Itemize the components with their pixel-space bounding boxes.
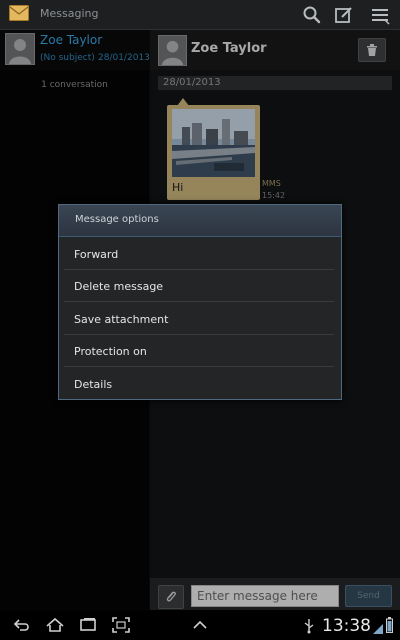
back-icon[interactable] xyxy=(12,616,32,634)
envelope-icon[interactable] xyxy=(9,5,29,21)
menu-item-label: Forward xyxy=(74,248,119,261)
app-title: Messaging xyxy=(40,7,99,20)
menu-item-label: Save attachment xyxy=(74,313,169,326)
signal-icon xyxy=(372,620,384,634)
recent-apps-icon[interactable] xyxy=(78,616,98,634)
home-icon[interactable] xyxy=(45,616,65,634)
battery-icon xyxy=(386,617,393,633)
menu-item-label: Details xyxy=(74,378,113,391)
menu-item-forward[interactable]: Forward xyxy=(64,238,334,270)
menu-item-label: Protection on xyxy=(74,345,147,358)
usb-icon xyxy=(303,618,315,634)
messaging-app: Messaging Zoe Taylor (No subject) 28/01/… xyxy=(0,0,400,640)
screenshot-icon[interactable] xyxy=(111,616,131,634)
divider xyxy=(64,366,334,367)
clock: 13:38 xyxy=(322,616,371,636)
menu-item-protection-on[interactable]: Protection on xyxy=(64,335,334,367)
dialog-title: Message options xyxy=(75,214,159,225)
menu-item-delete-message[interactable]: Delete message xyxy=(64,270,334,302)
menu-item-label: Delete message xyxy=(74,280,164,293)
menu-icon[interactable] xyxy=(369,4,391,26)
action-bar: Messaging xyxy=(0,0,400,30)
search-icon[interactable] xyxy=(301,4,323,26)
dialog-header: Message options xyxy=(59,205,341,237)
up-arrow-icon[interactable] xyxy=(190,616,210,634)
menu-item-details[interactable]: Details xyxy=(64,368,334,400)
message-options-dialog: Message options Forward Delete message S… xyxy=(58,204,342,400)
compose-icon[interactable] xyxy=(333,4,355,26)
divider xyxy=(64,301,334,302)
system-bar: 13:38 xyxy=(0,610,400,640)
menu-item-save-attachment[interactable]: Save attachment xyxy=(64,303,334,335)
